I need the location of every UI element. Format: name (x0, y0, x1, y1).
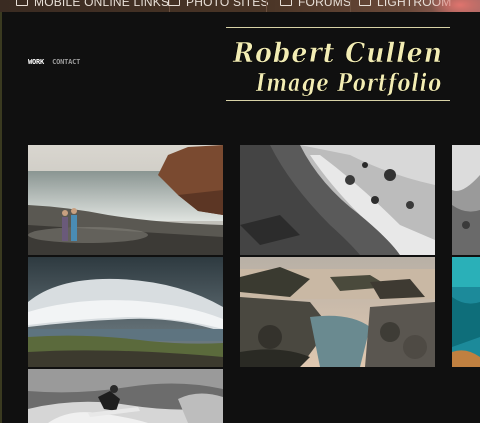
partial-turquoise-bay-photo (452, 257, 480, 367)
folder-icon (16, 0, 28, 6)
black-white-rocky-shore-photo (240, 145, 435, 255)
gallery-tile-coastal-couple[interactable] (28, 145, 223, 255)
logo-text: Robert Cullen Image Portfolio (232, 38, 443, 98)
storm-cloud-seascape-photo (28, 257, 223, 367)
partial-coast-photo-right (452, 145, 480, 255)
surfer-black-white-photo (28, 369, 223, 423)
folder-icon (359, 0, 371, 6)
logo-bottom-rule (226, 100, 450, 101)
site-nav: WORK CONTACT (28, 58, 80, 66)
rock-pools-sunset-photo (240, 257, 435, 367)
coastal-couple-photo (28, 145, 223, 255)
folder-icon (168, 0, 180, 6)
bookmarks-bar: MOBILE ONLINE LINKS PHOTO SITES FORUMS L… (0, 0, 480, 12)
nav-work-link[interactable]: WORK (28, 58, 44, 66)
gallery-tile-partial-1[interactable] (452, 145, 480, 255)
bookmark-photo-sites[interactable]: PHOTO SITES (168, 0, 269, 9)
page-border (0, 12, 2, 423)
logo-line-1: Robert Cullen (232, 38, 443, 69)
gallery-tile-rock-pools[interactable] (240, 257, 435, 367)
bookmark-forums[interactable]: FORUMS (280, 0, 351, 9)
logo-line-2: Image Portfolio (255, 68, 442, 97)
site-logo[interactable]: Robert Cullen Image Portfolio (226, 27, 450, 101)
nav-contact-link[interactable]: CONTACT (52, 58, 80, 66)
gallery-tile-partial-2[interactable] (452, 257, 480, 367)
bookmark-mobile-online-links[interactable]: MOBILE ONLINE LINKS (16, 0, 169, 9)
gallery-tile-bw-rocky-shore[interactable] (240, 145, 435, 255)
gallery-tile-storm-cloud[interactable] (28, 257, 223, 367)
gallery-tile-surfer[interactable] (28, 369, 223, 423)
folder-icon (280, 0, 292, 6)
